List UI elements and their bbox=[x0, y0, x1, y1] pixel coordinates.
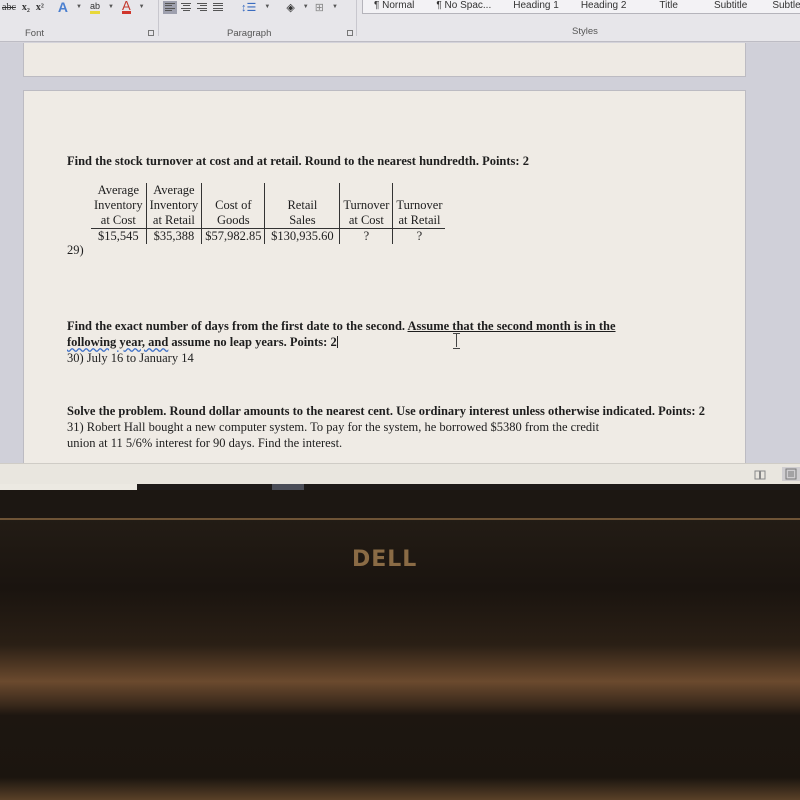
strikethrough-button[interactable]: abc bbox=[2, 0, 16, 14]
style-normal[interactable]: ¶ Normal bbox=[363, 0, 425, 11]
style-no-spacing[interactable]: ¶ No Spac... bbox=[425, 0, 502, 11]
styles-gallery: ¶ Normal ¶ No Spac... Heading 1 Heading … bbox=[362, 0, 800, 14]
chevron-down-icon[interactable]: ▼ bbox=[108, 4, 114, 10]
styles-group-label: Styles bbox=[572, 26, 598, 37]
align-left-button[interactable] bbox=[163, 0, 177, 14]
taskbar: W bbox=[0, 484, 800, 490]
print-layout-icon[interactable] bbox=[782, 467, 800, 481]
superscript-button[interactable]: x² bbox=[36, 0, 44, 14]
line-spacing-button[interactable]: ↕☰ bbox=[241, 0, 256, 14]
q30-instruction-underlined-1: Assume that the second month is in the bbox=[407, 319, 616, 333]
text-effects-button[interactable]: A bbox=[58, 0, 68, 15]
cell-avg-inventory-cost: $15,545 bbox=[97, 229, 139, 243]
q31-question-line1: 31) Robert Hall bought a new computer sy… bbox=[67, 420, 600, 434]
search-box[interactable] bbox=[0, 484, 137, 490]
ribbon: abc x₂ x² A ▼ ab ▼ A ▼ ↕☰ ▼ ◈ ▼ ⊞ ▼ ¶ No… bbox=[0, 0, 800, 42]
bezel-edge bbox=[0, 518, 800, 520]
highlight-button[interactable]: ab bbox=[89, 0, 100, 14]
q30-question: 30) July 16 to January 14 bbox=[67, 351, 194, 365]
style-heading-2[interactable]: Heading 2 bbox=[570, 0, 638, 11]
group-divider bbox=[158, 0, 159, 36]
q29-instruction: Find the stock turnover at cost and at r… bbox=[67, 154, 529, 168]
dell-logo: DELL bbox=[352, 547, 418, 572]
status-bar bbox=[0, 463, 800, 485]
document-page[interactable]: Find the stock turnover at cost and at r… bbox=[23, 90, 746, 470]
cell-turnover-cost: ? bbox=[339, 228, 393, 244]
q29-number: 29) bbox=[67, 243, 84, 257]
mouse-ibeam-cursor bbox=[453, 333, 461, 349]
header-avg-inventory-retail: Average Inventory at Retail bbox=[145, 183, 202, 229]
screen: abc x₂ x² A ▼ ab ▼ A ▼ ↕☰ ▼ ◈ ▼ ⊞ ▼ ¶ No… bbox=[0, 0, 800, 490]
chevron-down-icon[interactable]: ▼ bbox=[264, 4, 270, 10]
people-icon[interactable] bbox=[772, 489, 798, 490]
group-divider bbox=[356, 0, 357, 36]
previous-page bbox=[23, 43, 746, 77]
microsoft-store-icon[interactable] bbox=[189, 489, 215, 490]
align-right-button[interactable] bbox=[195, 1, 209, 14]
task-view-icon[interactable] bbox=[143, 489, 169, 490]
style-subtitle[interactable]: Subtitle bbox=[700, 0, 761, 11]
font-group-label: Font bbox=[25, 28, 45, 39]
justify-button[interactable] bbox=[211, 1, 225, 14]
paragraph-dialog-launcher-icon[interactable] bbox=[347, 30, 353, 36]
chevron-down-icon[interactable]: ▼ bbox=[303, 4, 309, 10]
shading-button[interactable]: ◈ bbox=[286, 0, 294, 14]
microsoft-word-icon[interactable]: W bbox=[272, 484, 304, 490]
style-heading-1[interactable]: Heading 1 bbox=[502, 0, 570, 11]
style-subtle-emphasis[interactable]: Subtle Em bbox=[761, 0, 800, 11]
cell-turnover-retail: ? bbox=[392, 228, 446, 244]
q30-block: Find the exact number of days from the f… bbox=[67, 319, 707, 365]
laptop-bezel: DELL bbox=[0, 518, 800, 800]
q31-question-line2: union at 11 5/6% interest for 90 days. F… bbox=[67, 436, 343, 450]
q30-instruction-underlined-2: following year, and bbox=[67, 335, 169, 349]
cell-retail-sales: $130,935.60 bbox=[264, 228, 340, 244]
microphone-icon[interactable] bbox=[104, 489, 130, 490]
chevron-down-icon[interactable]: ▼ bbox=[139, 4, 145, 10]
inventory-table: Average Inventory at Cost Average Inventory… bbox=[91, 183, 446, 244]
header-turnover-retail: Turnover at Retail bbox=[392, 183, 446, 229]
align-center-button[interactable] bbox=[179, 1, 193, 14]
header-retail-sales: Retail Sales bbox=[264, 183, 340, 229]
cell-cost-of-goods: $57,982.85 bbox=[201, 228, 265, 244]
q31-block: Solve the problem. Round dollar amounts … bbox=[67, 403, 707, 450]
style-title[interactable]: Title bbox=[637, 0, 700, 11]
font-dialog-launcher-icon[interactable] bbox=[148, 30, 154, 36]
header-turnover-cost: Turnover at Cost bbox=[339, 183, 393, 229]
borders-button[interactable]: ⊞ bbox=[315, 0, 324, 14]
cell-avg-inventory-retail: $35,388 bbox=[145, 228, 202, 244]
q30-instruction-part2: assume no leap years. Points: 2 bbox=[168, 335, 337, 349]
font-color-button[interactable]: A bbox=[121, 0, 131, 14]
text-cursor bbox=[336, 336, 338, 348]
subscript-button[interactable]: x₂ bbox=[22, 0, 30, 14]
header-cost-of-goods: Cost of Goods bbox=[201, 183, 265, 229]
table-row: $15,545 $35,388 $57,982.85 $130,935.60 ?… bbox=[91, 228, 446, 244]
acrobat-reader-icon[interactable] bbox=[230, 489, 256, 490]
q31-instruction: Solve the problem. Round dollar amounts … bbox=[67, 404, 705, 418]
chevron-down-icon[interactable]: ▼ bbox=[76, 4, 82, 10]
q30-instruction-part1: Find the exact number of days from the f… bbox=[67, 319, 408, 333]
read-mode-icon[interactable] bbox=[754, 468, 766, 480]
chevron-down-icon[interactable]: ▼ bbox=[332, 4, 338, 10]
google-chrome-icon[interactable] bbox=[315, 484, 345, 490]
document-area[interactable]: Find the stock turnover at cost and at r… bbox=[0, 43, 800, 470]
header-avg-inventory-cost: Average Inventory at Cost bbox=[91, 183, 147, 229]
paragraph-group-label: Paragraph bbox=[227, 28, 272, 39]
